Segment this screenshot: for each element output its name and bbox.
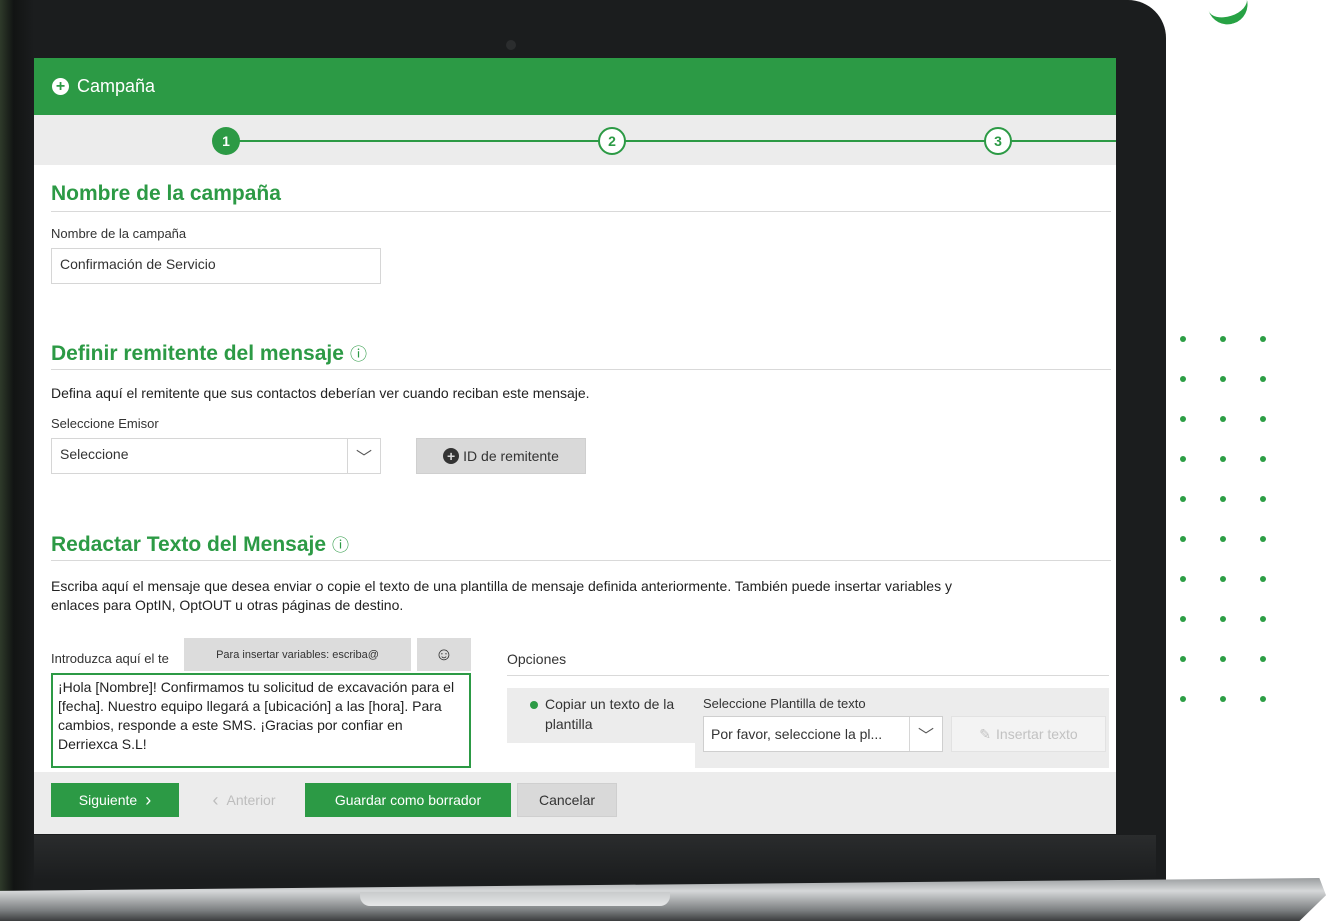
- template-select-label: Seleccione Plantilla de texto: [703, 696, 866, 711]
- decorative-dot: [1180, 656, 1186, 662]
- emoji-button[interactable]: ☺: [417, 638, 471, 671]
- options-panel: Copiar un texto de la plantilla Seleccio…: [507, 688, 1109, 768]
- laptop-base-notch: [360, 892, 670, 906]
- add-sender-id-button[interactable]: + ID de remitente: [416, 438, 586, 474]
- info-icon[interactable]: ⓘ: [332, 536, 349, 555]
- decorative-dot: [1260, 656, 1266, 662]
- divider: [51, 211, 1111, 212]
- webcam: [506, 40, 516, 50]
- window-titlebar: + Campaña: [34, 58, 1116, 115]
- sender-select[interactable]: Seleccione ﹀: [51, 438, 381, 474]
- decorative-dot: [1220, 536, 1226, 542]
- decorative-dot: [1260, 416, 1266, 422]
- emoji-icon: ☺: [434, 644, 454, 664]
- laptop-chin: [34, 835, 1156, 880]
- progress-stepper: 1 2 3: [34, 115, 1116, 165]
- variables-hint: Para insertar variables: escriba@: [184, 638, 411, 671]
- decorative-dot: [1220, 656, 1226, 662]
- sender-select-label: Seleccione Emisor: [51, 416, 159, 431]
- template-select[interactable]: Por favor, seleccione la pl... ﹀: [703, 716, 943, 752]
- decorative-dot: [1220, 336, 1226, 342]
- decorative-dot: [1180, 616, 1186, 622]
- message-description: Escriba aquí el mensaje que desea enviar…: [51, 577, 1111, 615]
- decorative-dot: [1260, 536, 1266, 542]
- step-1[interactable]: 1: [212, 127, 240, 155]
- decorative-dot: [1180, 336, 1186, 342]
- decorative-dot: [1180, 576, 1186, 582]
- decorative-dot: [1180, 696, 1186, 702]
- radio-copy-template-label[interactable]: Copiar un texto de la plantilla: [545, 694, 695, 734]
- section-title-campaign-name: Nombre de la campaña: [51, 182, 281, 205]
- insert-text-label: Insertar texto: [996, 726, 1078, 742]
- decorative-dot: [1260, 376, 1266, 382]
- add-sender-id-label: ID de remitente: [463, 448, 559, 464]
- template-select-value: Por favor, seleccione la pl...: [711, 726, 883, 742]
- message-title-text: Redactar Texto del Mensaje: [51, 533, 327, 556]
- stepper-line-tail: [1036, 140, 1116, 142]
- chevron-right-icon: ›: [145, 789, 152, 810]
- message-textarea[interactable]: ¡Hola [Nombre]! Confirmamos tu solicitud…: [51, 673, 471, 768]
- add-circle-icon: +: [443, 448, 460, 464]
- next-label: Siguiente: [78, 792, 138, 808]
- decorative-swoosh: [1207, 0, 1253, 30]
- message-description-line-1: Escriba aquí el mensaje que desea enviar…: [51, 578, 952, 594]
- save-draft-button[interactable]: Guardar como borrador: [305, 783, 511, 817]
- chevron-down-icon: ﹀: [909, 717, 942, 751]
- insert-text-button[interactable]: ✎ Insertar texto: [951, 716, 1106, 752]
- divider: [51, 369, 1111, 370]
- decorative-dot: [1260, 496, 1266, 502]
- add-circle-icon: +: [52, 78, 69, 95]
- decorative-dot: [1260, 616, 1266, 622]
- message-description-line-2: enlaces para OptIN, OptOUT u otras págin…: [51, 597, 404, 613]
- campaign-name-label: Nombre de la campaña: [51, 226, 187, 241]
- decorative-dot: [1180, 416, 1186, 422]
- divider: [51, 560, 1111, 561]
- step-2[interactable]: 2: [598, 127, 626, 155]
- sender-title-text: Definir remitente del mensaje: [51, 342, 344, 365]
- section-title-sender: Definir remitente del mensaje ⓘ: [51, 340, 367, 366]
- decorative-dot: [1180, 536, 1186, 542]
- cancel-button[interactable]: Cancelar: [517, 783, 617, 817]
- decorative-dot: [1260, 576, 1266, 582]
- options-label: Opciones: [507, 651, 567, 667]
- decorative-dot: [1260, 456, 1266, 462]
- info-icon[interactable]: ⓘ: [350, 345, 367, 364]
- decorative-dot: [1220, 376, 1226, 382]
- message-textarea-label: Introduzca aquí el te: [51, 651, 169, 666]
- chevron-down-icon: ﹀: [347, 439, 380, 473]
- decorative-dot: [1220, 496, 1226, 502]
- laptop-bezel-edge: [0, 0, 34, 900]
- decorative-dot: [1220, 456, 1226, 462]
- panel-notch: [507, 743, 695, 768]
- decorative-dot: [1180, 496, 1186, 502]
- radio-copy-template[interactable]: [530, 701, 538, 709]
- campaign-name-input[interactable]: Confirmación de Servicio: [51, 248, 381, 284]
- previous-button[interactable]: ‹ Anterior: [199, 783, 289, 817]
- sender-select-value: Seleccione: [60, 446, 129, 462]
- app-screen: + Campaña 1 2 3 Nombre de la campaña Nom…: [34, 58, 1116, 834]
- decorative-dot: [1180, 376, 1186, 382]
- stepper-line: [226, 140, 1036, 142]
- sender-description: Defina aquí el remitente que sus contact…: [51, 385, 590, 401]
- chevron-left-icon: ‹: [212, 789, 219, 810]
- decorative-dot: [1260, 336, 1266, 342]
- decorative-dot: [1180, 456, 1186, 462]
- divider: [507, 675, 1109, 676]
- section-title-message: Redactar Texto del Mensaje ⓘ: [51, 531, 349, 557]
- step-3[interactable]: 3: [984, 127, 1012, 155]
- previous-label: Anterior: [226, 792, 276, 808]
- decorative-dot: [1220, 696, 1226, 702]
- decorative-dot: [1260, 696, 1266, 702]
- next-button[interactable]: Siguiente ›: [51, 783, 179, 817]
- decorative-dot: [1220, 576, 1226, 582]
- decorative-dot: [1220, 616, 1226, 622]
- window-title: Campaña: [77, 76, 156, 96]
- decorative-dot: [1220, 416, 1226, 422]
- edit-icon: ✎: [979, 725, 992, 742]
